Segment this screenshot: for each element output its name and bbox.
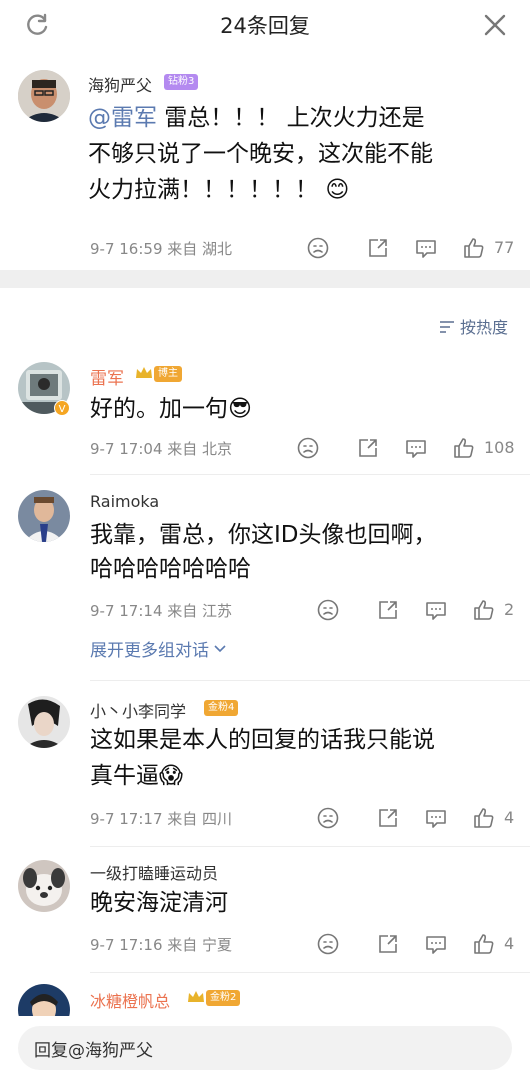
section-separator bbox=[0, 270, 530, 288]
close-icon[interactable] bbox=[482, 12, 508, 38]
comment-actions: 77 bbox=[306, 236, 530, 264]
page-title: 24条回复 bbox=[220, 14, 310, 38]
divider bbox=[90, 972, 530, 973]
like-icon[interactable] bbox=[462, 236, 486, 260]
top-comment: 海狗严父 钻粉3 @雷军 雷总！！！ 上次火力还是 不够只说了一个晚安，这次能不… bbox=[0, 52, 530, 268]
comment-icon[interactable] bbox=[424, 598, 448, 622]
username[interactable]: 一级打瞌睡运动员 bbox=[90, 860, 218, 884]
reply-meta: 9-7 17:16 来自 宁夏 bbox=[90, 936, 233, 954]
like-icon[interactable] bbox=[472, 598, 496, 622]
fan-badge: 金粉2 bbox=[206, 990, 241, 1006]
avatar[interactable] bbox=[18, 696, 70, 748]
dislike-icon[interactable] bbox=[306, 236, 330, 260]
fan-badge: 金粉4 bbox=[204, 700, 239, 716]
share-icon[interactable] bbox=[376, 932, 400, 956]
sort-by-hot-button[interactable]: 按热度 bbox=[439, 314, 508, 338]
expand-more-conversations[interactable]: 展开更多组对话 bbox=[90, 636, 226, 661]
svg-text:V: V bbox=[59, 404, 66, 415]
dislike-icon[interactable] bbox=[316, 806, 340, 830]
reply-actions: 4 bbox=[316, 932, 530, 960]
reply-actions: 108 bbox=[296, 436, 530, 464]
username[interactable]: 雷军 bbox=[90, 364, 124, 389]
comment-icon[interactable] bbox=[424, 932, 448, 956]
sort-icon bbox=[439, 321, 454, 333]
reply-input[interactable] bbox=[18, 1026, 512, 1070]
dislike-icon[interactable] bbox=[316, 932, 340, 956]
reply-meta: 9-7 17:17 来自 四川 bbox=[90, 810, 233, 828]
comment-icon[interactable] bbox=[424, 806, 448, 830]
comment-icon[interactable] bbox=[414, 236, 438, 260]
dislike-icon[interactable] bbox=[296, 436, 320, 460]
like-count: 77 bbox=[494, 238, 515, 257]
comment-text: @雷军 雷总！！！ 上次火力还是 不够只说了一个晚安，这次能不能 火力拉满！！！… bbox=[88, 105, 433, 203]
dislike-icon[interactable] bbox=[316, 598, 340, 622]
avatar[interactable] bbox=[18, 860, 70, 912]
avatar[interactable] bbox=[18, 490, 70, 542]
header: 24条回复 bbox=[0, 0, 530, 52]
reply-meta: 9-7 17:04 来自 北京 bbox=[90, 440, 233, 458]
mention-link[interactable]: @雷军 bbox=[88, 105, 157, 131]
divider bbox=[90, 474, 530, 475]
shocked-emoji: 😱 bbox=[159, 763, 183, 789]
reply-text: 这如果是本人的回复的话我只能说 真牛逼😱 bbox=[90, 727, 435, 789]
smile-emoji: 😊 bbox=[325, 177, 350, 203]
chevron-down-icon bbox=[214, 645, 226, 653]
like-count: 4 bbox=[504, 934, 515, 953]
divider bbox=[90, 680, 530, 681]
reply-text: 晚安海淀清河 bbox=[90, 890, 228, 916]
like-icon[interactable] bbox=[472, 806, 496, 830]
crown-icon bbox=[136, 367, 152, 378]
verified-icon: V bbox=[54, 400, 70, 416]
like-icon[interactable] bbox=[452, 436, 476, 460]
like-icon[interactable] bbox=[472, 932, 496, 956]
divider bbox=[90, 846, 530, 847]
reply-meta: 9-7 17:14 来自 江苏 bbox=[90, 602, 233, 620]
like-count: 2 bbox=[504, 600, 515, 619]
comment-icon[interactable] bbox=[404, 436, 428, 460]
reply-text: 我靠，雷总，你这ID头像也回啊， 哈哈哈哈哈哈哈 bbox=[90, 522, 437, 582]
reply-text: 好的。加一句😎 bbox=[90, 396, 252, 422]
share-icon[interactable] bbox=[356, 436, 380, 460]
share-icon[interactable] bbox=[376, 806, 400, 830]
username[interactable]: 海狗严父 bbox=[88, 72, 152, 96]
avatar[interactable] bbox=[18, 70, 70, 122]
fan-badge: 钻粉3 bbox=[164, 74, 199, 90]
reply-actions: 2 bbox=[316, 598, 530, 626]
like-count: 108 bbox=[484, 438, 515, 457]
author-badge: 博主 bbox=[154, 366, 182, 382]
reply-actions: 4 bbox=[316, 806, 530, 834]
share-icon[interactable] bbox=[366, 236, 390, 260]
username[interactable]: 冰糖橙帆总 bbox=[90, 988, 170, 1012]
cool-emoji: 😎 bbox=[228, 396, 252, 422]
share-icon[interactable] bbox=[376, 598, 400, 622]
username[interactable]: 小丶小李同学 bbox=[90, 698, 186, 722]
reply-bar bbox=[0, 1016, 530, 1080]
crown-icon bbox=[188, 991, 204, 1002]
username[interactable]: Raimoka bbox=[90, 492, 159, 511]
comment-meta: 9-7 16:59 来自 湖北 bbox=[90, 240, 233, 258]
like-count: 4 bbox=[504, 808, 515, 827]
